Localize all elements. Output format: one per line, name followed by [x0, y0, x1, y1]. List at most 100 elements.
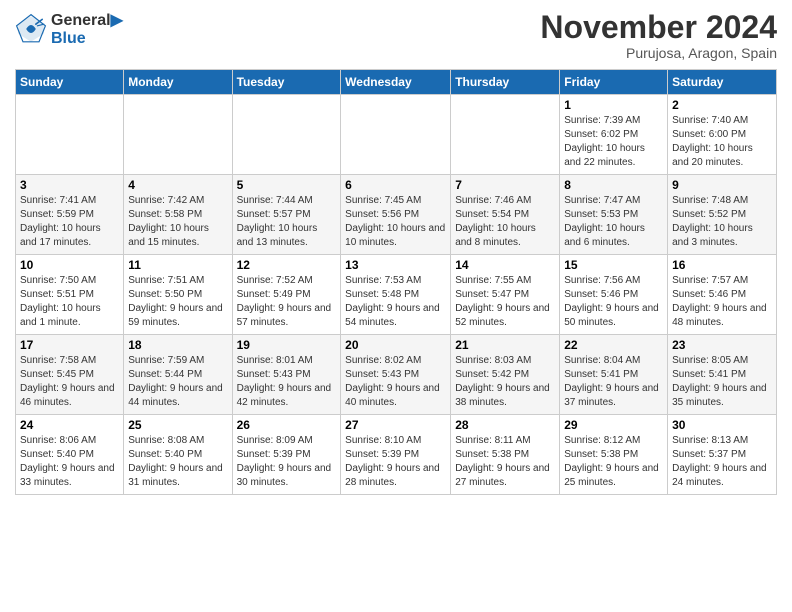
- day-number: 17: [20, 338, 119, 352]
- day-cell: 7 Sunrise: 7:46 AM Sunset: 5:54 PM Daylig…: [451, 175, 560, 255]
- day-number: 29: [564, 418, 663, 432]
- day-cell: [341, 95, 451, 175]
- day-info: Sunrise: 7:48 AM Sunset: 5:52 PM Dayligh…: [672, 194, 772, 250]
- day-number: 2: [672, 98, 772, 112]
- day-info: Sunrise: 8:09 AM Sunset: 5:39 PM Dayligh…: [237, 434, 337, 490]
- day-number: 30: [672, 418, 772, 432]
- day-cell: 16 Sunrise: 7:57 AM Sunset: 5:46 PM Dayli…: [668, 255, 777, 335]
- day-cell: 22 Sunrise: 8:04 AM Sunset: 5:41 PM Dayli…: [560, 335, 668, 415]
- day-cell: 18 Sunrise: 7:59 AM Sunset: 5:44 PM Dayli…: [124, 335, 232, 415]
- day-cell: [451, 95, 560, 175]
- day-number: 6: [345, 178, 446, 192]
- col-tuesday: Tuesday: [232, 70, 341, 95]
- day-number: 27: [345, 418, 446, 432]
- col-thursday: Thursday: [451, 70, 560, 95]
- day-cell: [16, 95, 124, 175]
- day-number: 16: [672, 258, 772, 272]
- day-info: Sunrise: 7:51 AM Sunset: 5:50 PM Dayligh…: [128, 274, 227, 330]
- day-info: Sunrise: 8:13 AM Sunset: 5:37 PM Dayligh…: [672, 434, 772, 490]
- day-number: 11: [128, 258, 227, 272]
- week-row-2: 10 Sunrise: 7:50 AM Sunset: 5:51 PM Dayli…: [16, 255, 777, 335]
- day-number: 26: [237, 418, 337, 432]
- page-container: General▶ Blue November 2024 Purujosa, Ar…: [0, 0, 792, 505]
- day-cell: [124, 95, 232, 175]
- week-row-3: 17 Sunrise: 7:58 AM Sunset: 5:45 PM Dayli…: [16, 335, 777, 415]
- day-info: Sunrise: 7:53 AM Sunset: 5:48 PM Dayligh…: [345, 274, 446, 330]
- day-number: 13: [345, 258, 446, 272]
- day-cell: 23Sunrise: 8:05 AM Sunset: 5:41 PM Dayli…: [668, 335, 777, 415]
- day-info: Sunrise: 7:59 AM Sunset: 5:44 PM Dayligh…: [128, 354, 227, 410]
- day-number: 20: [345, 338, 446, 352]
- day-cell: 26 Sunrise: 8:09 AM Sunset: 5:39 PM Dayli…: [232, 415, 341, 495]
- title-block: November 2024 Purujosa, Aragon, Spain: [540, 10, 777, 61]
- day-info: Sunrise: 7:42 AM Sunset: 5:58 PM Dayligh…: [128, 194, 227, 250]
- day-cell: 11 Sunrise: 7:51 AM Sunset: 5:50 PM Dayli…: [124, 255, 232, 335]
- day-info: Sunrise: 8:11 AM Sunset: 5:38 PM Dayligh…: [455, 434, 555, 490]
- logo: General▶ Blue: [15, 10, 123, 48]
- logo-text: General▶ Blue: [51, 10, 123, 48]
- day-number: 10: [20, 258, 119, 272]
- day-info: Sunrise: 7:47 AM Sunset: 5:53 PM Dayligh…: [564, 194, 663, 250]
- day-info: Sunrise: 8:08 AM Sunset: 5:40 PM Dayligh…: [128, 434, 227, 490]
- day-info: Sunrise: 7:52 AM Sunset: 5:49 PM Dayligh…: [237, 274, 337, 330]
- day-cell: 1 Sunrise: 7:39 AM Sunset: 6:02 PM Daylig…: [560, 95, 668, 175]
- day-cell: 20 Sunrise: 8:02 AM Sunset: 5:43 PM Dayli…: [341, 335, 451, 415]
- day-cell: 21 Sunrise: 8:03 AM Sunset: 5:42 PM Dayli…: [451, 335, 560, 415]
- day-cell: 17 Sunrise: 7:58 AM Sunset: 5:45 PM Dayli…: [16, 335, 124, 415]
- day-cell: [232, 95, 341, 175]
- day-info: Sunrise: 8:10 AM Sunset: 5:39 PM Dayligh…: [345, 434, 446, 490]
- day-cell: 14 Sunrise: 7:55 AM Sunset: 5:47 PM Dayli…: [451, 255, 560, 335]
- day-info: Sunrise: 7:46 AM Sunset: 5:54 PM Dayligh…: [455, 194, 555, 250]
- day-cell: 9Sunrise: 7:48 AM Sunset: 5:52 PM Daylig…: [668, 175, 777, 255]
- day-number: 5: [237, 178, 337, 192]
- day-info: Sunrise: 8:02 AM Sunset: 5:43 PM Dayligh…: [345, 354, 446, 410]
- day-number: 14: [455, 258, 555, 272]
- header: General▶ Blue November 2024 Purujosa, Ar…: [15, 10, 777, 61]
- day-cell: 28 Sunrise: 8:11 AM Sunset: 5:38 PM Dayli…: [451, 415, 560, 495]
- day-cell: 15 Sunrise: 7:56 AM Sunset: 5:46 PM Dayli…: [560, 255, 668, 335]
- day-cell: 8Sunrise: 7:47 AM Sunset: 5:53 PM Daylig…: [560, 175, 668, 255]
- day-number: 24: [20, 418, 119, 432]
- day-info: Sunrise: 7:50 AM Sunset: 5:51 PM Dayligh…: [20, 274, 119, 330]
- col-saturday: Saturday: [668, 70, 777, 95]
- day-info: Sunrise: 7:58 AM Sunset: 5:45 PM Dayligh…: [20, 354, 119, 410]
- day-number: 21: [455, 338, 555, 352]
- day-cell: 27 Sunrise: 8:10 AM Sunset: 5:39 PM Dayli…: [341, 415, 451, 495]
- day-cell: 12 Sunrise: 7:52 AM Sunset: 5:49 PM Dayli…: [232, 255, 341, 335]
- month-title: November 2024: [540, 10, 777, 45]
- day-number: 15: [564, 258, 663, 272]
- day-cell: 25 Sunrise: 8:08 AM Sunset: 5:40 PM Dayli…: [124, 415, 232, 495]
- day-number: 12: [237, 258, 337, 272]
- day-info: Sunrise: 7:55 AM Sunset: 5:47 PM Dayligh…: [455, 274, 555, 330]
- day-info: Sunrise: 7:39 AM Sunset: 6:02 PM Dayligh…: [564, 114, 663, 170]
- day-number: 25: [128, 418, 227, 432]
- week-row-0: 1 Sunrise: 7:39 AM Sunset: 6:02 PM Daylig…: [16, 95, 777, 175]
- day-number: 1: [564, 98, 663, 112]
- logo-icon: [15, 13, 47, 45]
- week-row-4: 24Sunrise: 8:06 AM Sunset: 5:40 PM Dayli…: [16, 415, 777, 495]
- day-info: Sunrise: 8:05 AM Sunset: 5:41 PM Dayligh…: [672, 354, 772, 410]
- subtitle: Purujosa, Aragon, Spain: [540, 45, 777, 61]
- day-number: 7: [455, 178, 555, 192]
- day-number: 3: [20, 178, 119, 192]
- day-info: Sunrise: 7:45 AM Sunset: 5:56 PM Dayligh…: [345, 194, 446, 250]
- day-info: Sunrise: 8:04 AM Sunset: 5:41 PM Dayligh…: [564, 354, 663, 410]
- day-info: Sunrise: 8:12 AM Sunset: 5:38 PM Dayligh…: [564, 434, 663, 490]
- day-cell: 13 Sunrise: 7:53 AM Sunset: 5:48 PM Dayli…: [341, 255, 451, 335]
- day-cell: 6 Sunrise: 7:45 AM Sunset: 5:56 PM Daylig…: [341, 175, 451, 255]
- day-cell: 2Sunrise: 7:40 AM Sunset: 6:00 PM Daylig…: [668, 95, 777, 175]
- day-info: Sunrise: 7:56 AM Sunset: 5:46 PM Dayligh…: [564, 274, 663, 330]
- day-number: 28: [455, 418, 555, 432]
- day-info: Sunrise: 8:03 AM Sunset: 5:42 PM Dayligh…: [455, 354, 555, 410]
- day-info: Sunrise: 8:01 AM Sunset: 5:43 PM Dayligh…: [237, 354, 337, 410]
- day-number: 22: [564, 338, 663, 352]
- day-number: 4: [128, 178, 227, 192]
- col-sunday: Sunday: [16, 70, 124, 95]
- day-cell: 29 Sunrise: 8:12 AM Sunset: 5:38 PM Dayli…: [560, 415, 668, 495]
- day-cell: 3Sunrise: 7:41 AM Sunset: 5:59 PM Daylig…: [16, 175, 124, 255]
- day-info: Sunrise: 7:57 AM Sunset: 5:46 PM Dayligh…: [672, 274, 772, 330]
- day-info: Sunrise: 7:44 AM Sunset: 5:57 PM Dayligh…: [237, 194, 337, 250]
- header-row: Sunday Monday Tuesday Wednesday Thursday…: [16, 70, 777, 95]
- day-cell: 10 Sunrise: 7:50 AM Sunset: 5:51 PM Dayli…: [16, 255, 124, 335]
- day-number: 18: [128, 338, 227, 352]
